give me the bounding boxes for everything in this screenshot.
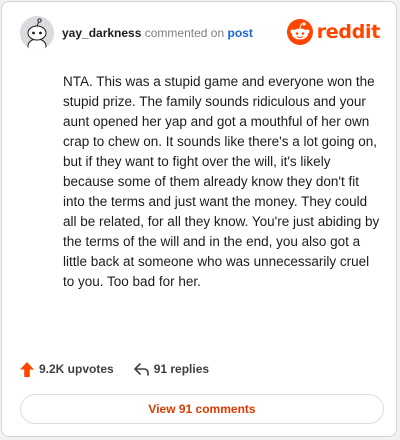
username-link[interactable]: yay_darkness xyxy=(62,26,141,40)
reddit-logo[interactable]: reddit xyxy=(286,18,381,46)
comment-meta: yay_darkness commented on post xyxy=(62,26,253,40)
view-comments-button[interactable]: View 91 comments xyxy=(20,394,384,424)
upvote-arrow-icon xyxy=(20,361,34,377)
comment-body: NTA. This was a stupid game and everyone… xyxy=(63,74,380,289)
reddit-snoo-icon xyxy=(286,19,313,45)
upvote-stat[interactable]: 9.2K upvotes xyxy=(20,361,114,377)
reply-stat[interactable]: 91 replies xyxy=(133,362,210,376)
upvote-count: 9.2K upvotes xyxy=(39,362,114,376)
reply-count: 91 replies xyxy=(153,362,210,376)
reddit-wordmark: reddit xyxy=(316,21,381,43)
post-link[interactable]: post xyxy=(227,26,252,40)
action-text: commented on xyxy=(144,26,225,40)
reply-arrow-icon xyxy=(133,362,149,376)
comment-stats: 9.2K upvotes 91 replies xyxy=(20,360,229,378)
comment-header: yay_darkness commented on post reddit xyxy=(20,16,380,54)
comment-card: yay_darkness commented on post reddit NT… xyxy=(1,1,397,437)
snoo-avatar-icon[interactable] xyxy=(20,16,54,50)
